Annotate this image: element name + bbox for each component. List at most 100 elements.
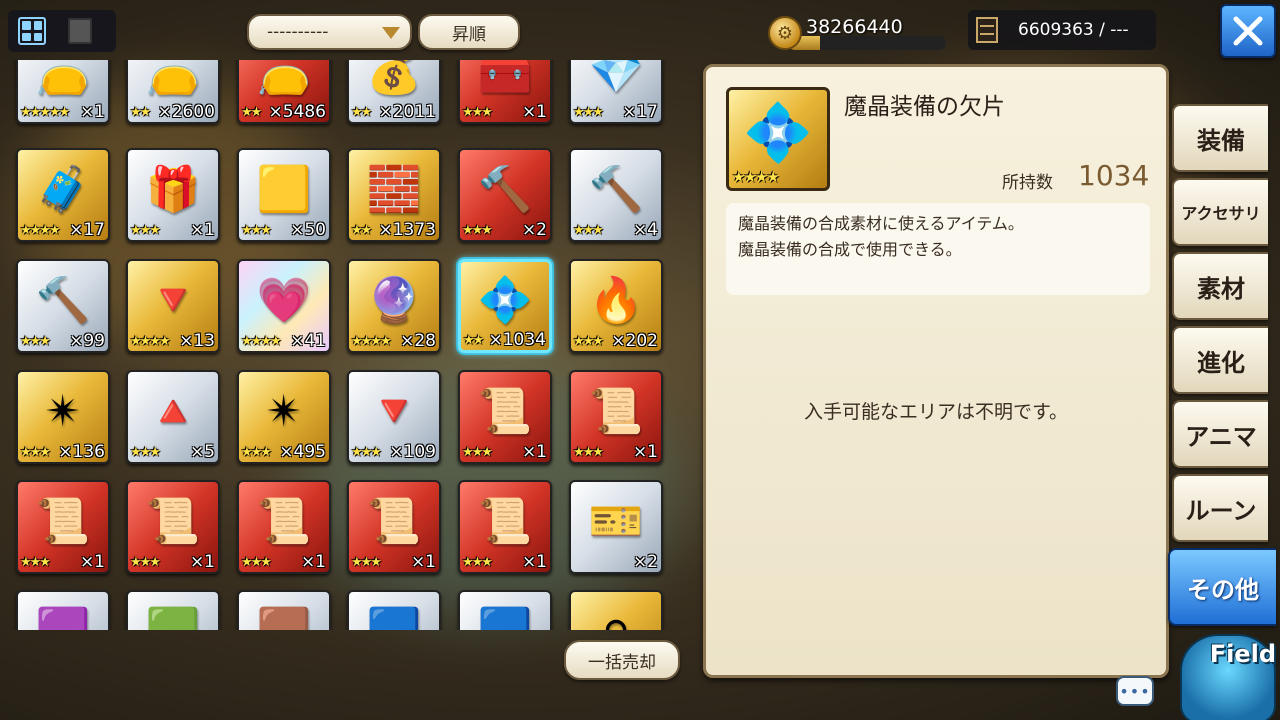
item-slot-sun-emblem-gold[interactable]: ✴ ★★★ ×136 — [16, 370, 110, 464]
item-slot-ticket[interactable]: 🎫 ×2 — [569, 480, 663, 574]
obtain-area-text: 入手可能なエリアは不明です。 — [803, 401, 1069, 423]
item-slot-pouch-silver[interactable]: 👝 ★★ ×2600 — [126, 60, 220, 124]
item-slot-scroll-robot[interactable]: 📜 ★★★ ×1 — [126, 480, 220, 574]
item-stars: ★★★★ — [130, 334, 171, 349]
item-stars: ★★★ — [573, 334, 604, 349]
item-slot-red-crystal[interactable]: 🔻 ★★★★ ×13 — [126, 259, 220, 353]
detail-item-icon: 💠 ★★★★ — [726, 87, 830, 191]
item-slot-fire-egg[interactable]: 🔥 ★★★ ×202 — [569, 259, 663, 353]
item-slot-round-silver[interactable]: ⚪ — [569, 590, 663, 630]
item-slot-scroll-mech[interactable]: 📜 ★★★ ×1 — [347, 480, 441, 574]
tab-equipment[interactable]: 装備 — [1172, 104, 1268, 172]
item-slot-triangle-emblem[interactable]: 🔺 ★★★ ×5 — [126, 370, 220, 464]
sort-order-button[interactable]: 昇順 — [418, 14, 520, 50]
item-slot-pouch-gold[interactable]: 💰 ★★ ×2011 — [347, 60, 441, 124]
card-pink-icon: 🟫 — [257, 609, 312, 630]
chat-button[interactable]: ••• — [1116, 676, 1154, 706]
item-count: ×1034 — [488, 330, 546, 350]
item-count: ×1 — [521, 102, 547, 122]
item-count: ×1 — [189, 220, 215, 240]
item-slot-jewel-chest[interactable]: 💎 ★★★ ×17 — [569, 60, 663, 124]
item-slot-war-hammer-blue[interactable]: 🔨 ★★★ ×99 — [16, 259, 110, 353]
tab-rune[interactable]: ルーン — [1172, 474, 1268, 542]
round-silver-icon: ⚪ — [598, 609, 635, 630]
item-count: ×13 — [179, 331, 215, 351]
gold-coin-icon: ⚙ — [768, 16, 802, 50]
field-button[interactable]: Field — [1180, 628, 1280, 720]
tab-material[interactable]: 素材 — [1172, 252, 1268, 320]
item-count: ×2600 — [157, 102, 215, 122]
item-slot-card-purple[interactable]: 🟪 — [16, 590, 110, 630]
item-slot-pink-crystal[interactable]: 🔮 ★★★★ ×28 — [347, 259, 441, 353]
item-slot-sun-emblem-purple[interactable]: ✴ ★★★ ×495 — [237, 370, 331, 464]
tab-anima[interactable]: アニマ — [1172, 400, 1268, 468]
item-count: ×28 — [400, 331, 436, 351]
close-button[interactable] — [1220, 4, 1276, 58]
tab-evolution[interactable]: 進化 — [1172, 326, 1268, 394]
scroll-green-orb-icon: 📜 — [35, 495, 91, 547]
item-slot-card-pink[interactable]: 🟫 — [237, 590, 331, 630]
scroll-silver-hair-icon: 📜 — [477, 385, 533, 437]
sun-emblem-gold-icon: ✴ — [44, 385, 82, 437]
item-slot-card-blue[interactable]: 🟦 — [347, 590, 441, 630]
item-stars: ★★★★ — [241, 334, 282, 349]
item-slot-pink-gem[interactable]: 💗 ★★★★ ×41 — [237, 259, 331, 353]
item-slot-scroll-silver-hair[interactable]: 📜 ★★★ ×1 — [458, 370, 552, 464]
grid-view-icon[interactable] — [18, 17, 46, 45]
item-count: ×1 — [632, 442, 658, 462]
item-slot-scroll-hero[interactable]: 📜 ★★★ ×1 — [458, 480, 552, 574]
list-view-icon[interactable] — [68, 18, 92, 44]
item-slot-scroll-green-orb[interactable]: 📜 ★★★ ×1 — [16, 480, 110, 574]
item-stars: ★★★★★ — [20, 105, 70, 120]
item-stars: ★★★★ — [351, 334, 392, 349]
item-slot-gold-ingots[interactable]: 🟨 ★★★ ×50 — [237, 148, 331, 242]
item-stars: ★★★ — [20, 445, 51, 460]
item-count: ×136 — [58, 442, 105, 462]
blue-gift-pouch-icon: 🎁 — [145, 163, 201, 215]
war-hammer-red-icon: 🔨 — [477, 163, 533, 215]
item-count: ×4 — [632, 220, 658, 240]
item-slot-scroll-grey-hair[interactable]: 📜 ★★★ ×1 — [569, 370, 663, 464]
card-light-blue-icon: 🟦 — [478, 609, 533, 630]
item-slot-gold-bars[interactable]: 🧱 ★★ ×1373 — [347, 148, 441, 242]
item-count: ×2011 — [378, 102, 436, 122]
item-slot-card-light-blue[interactable]: 🟦 — [458, 590, 552, 630]
pouch-red-icon: 👝 — [256, 60, 312, 97]
blue-crystal-fragment-icon: 💠 — [477, 274, 533, 326]
item-slot-card-teal[interactable]: 🟩 — [126, 590, 220, 630]
scroll-raccoon-icon: 📜 — [256, 495, 312, 547]
scroll-robot-icon: 📜 — [145, 495, 201, 547]
item-count: ×1 — [79, 102, 105, 122]
item-slot-scroll-raccoon[interactable]: 📜 ★★★ ×1 — [237, 480, 331, 574]
item-count: ×1 — [410, 552, 436, 572]
item-stars: ★★★ — [20, 334, 51, 349]
item-slot-war-hammer-red[interactable]: 🔨 ★★★ ×2 — [458, 148, 552, 242]
item-slot-treasure-chest[interactable]: 🧳 ★★★★ ×17 — [16, 148, 110, 242]
close-icon — [1233, 16, 1263, 46]
item-stars: ★★ — [130, 105, 151, 120]
item-slot-war-hammer-silver[interactable]: 🔨 ★★★ ×4 — [569, 148, 663, 242]
sell-all-button[interactable]: 一括売却 — [564, 640, 680, 680]
gold-amount: 38266440 — [806, 16, 903, 38]
pouch-brown-icon: 👝 — [35, 60, 91, 97]
item-slot-triangle-emblem-purple[interactable]: 🔻 ★★★ ×109 — [347, 370, 441, 464]
scroll-hero-icon: 📜 — [477, 495, 533, 547]
material-count: 6609363 / --- — [1018, 20, 1129, 40]
item-stars: ★★★ — [241, 223, 272, 238]
item-slot-iron-chest[interactable]: 🧰 ★★★ ×1 — [458, 60, 552, 124]
sort-dropdown[interactable]: ---------- — [247, 14, 412, 50]
item-stars: ★★★ — [351, 445, 382, 460]
pouch-gold-icon: 💰 — [366, 60, 422, 97]
item-name: 魔晶装備の欠片 — [844, 94, 1005, 120]
item-slot-blue-crystal-fragment[interactable]: 💠 ★★ ×1034 — [458, 259, 552, 353]
item-slot-blue-gift-pouch[interactable]: 🎁 ★★★ ×1 — [126, 148, 220, 242]
item-slot-pouch-brown[interactable]: 👝 ★★★★★ ×1 — [16, 60, 110, 124]
iron-chest-icon: 🧰 — [477, 60, 533, 97]
item-slot-pouch-red[interactable]: 👝 ★★ ×5486 — [237, 60, 331, 124]
item-stars: ★★ — [351, 105, 372, 120]
item-stars: ★★★ — [241, 445, 272, 460]
treasure-chest-icon: 🧳 — [35, 163, 91, 215]
gold-ingots-icon: 🟨 — [256, 163, 312, 215]
tab-accessory[interactable]: アクセサリ — [1172, 178, 1268, 246]
tab-other[interactable]: その他 — [1168, 548, 1276, 626]
